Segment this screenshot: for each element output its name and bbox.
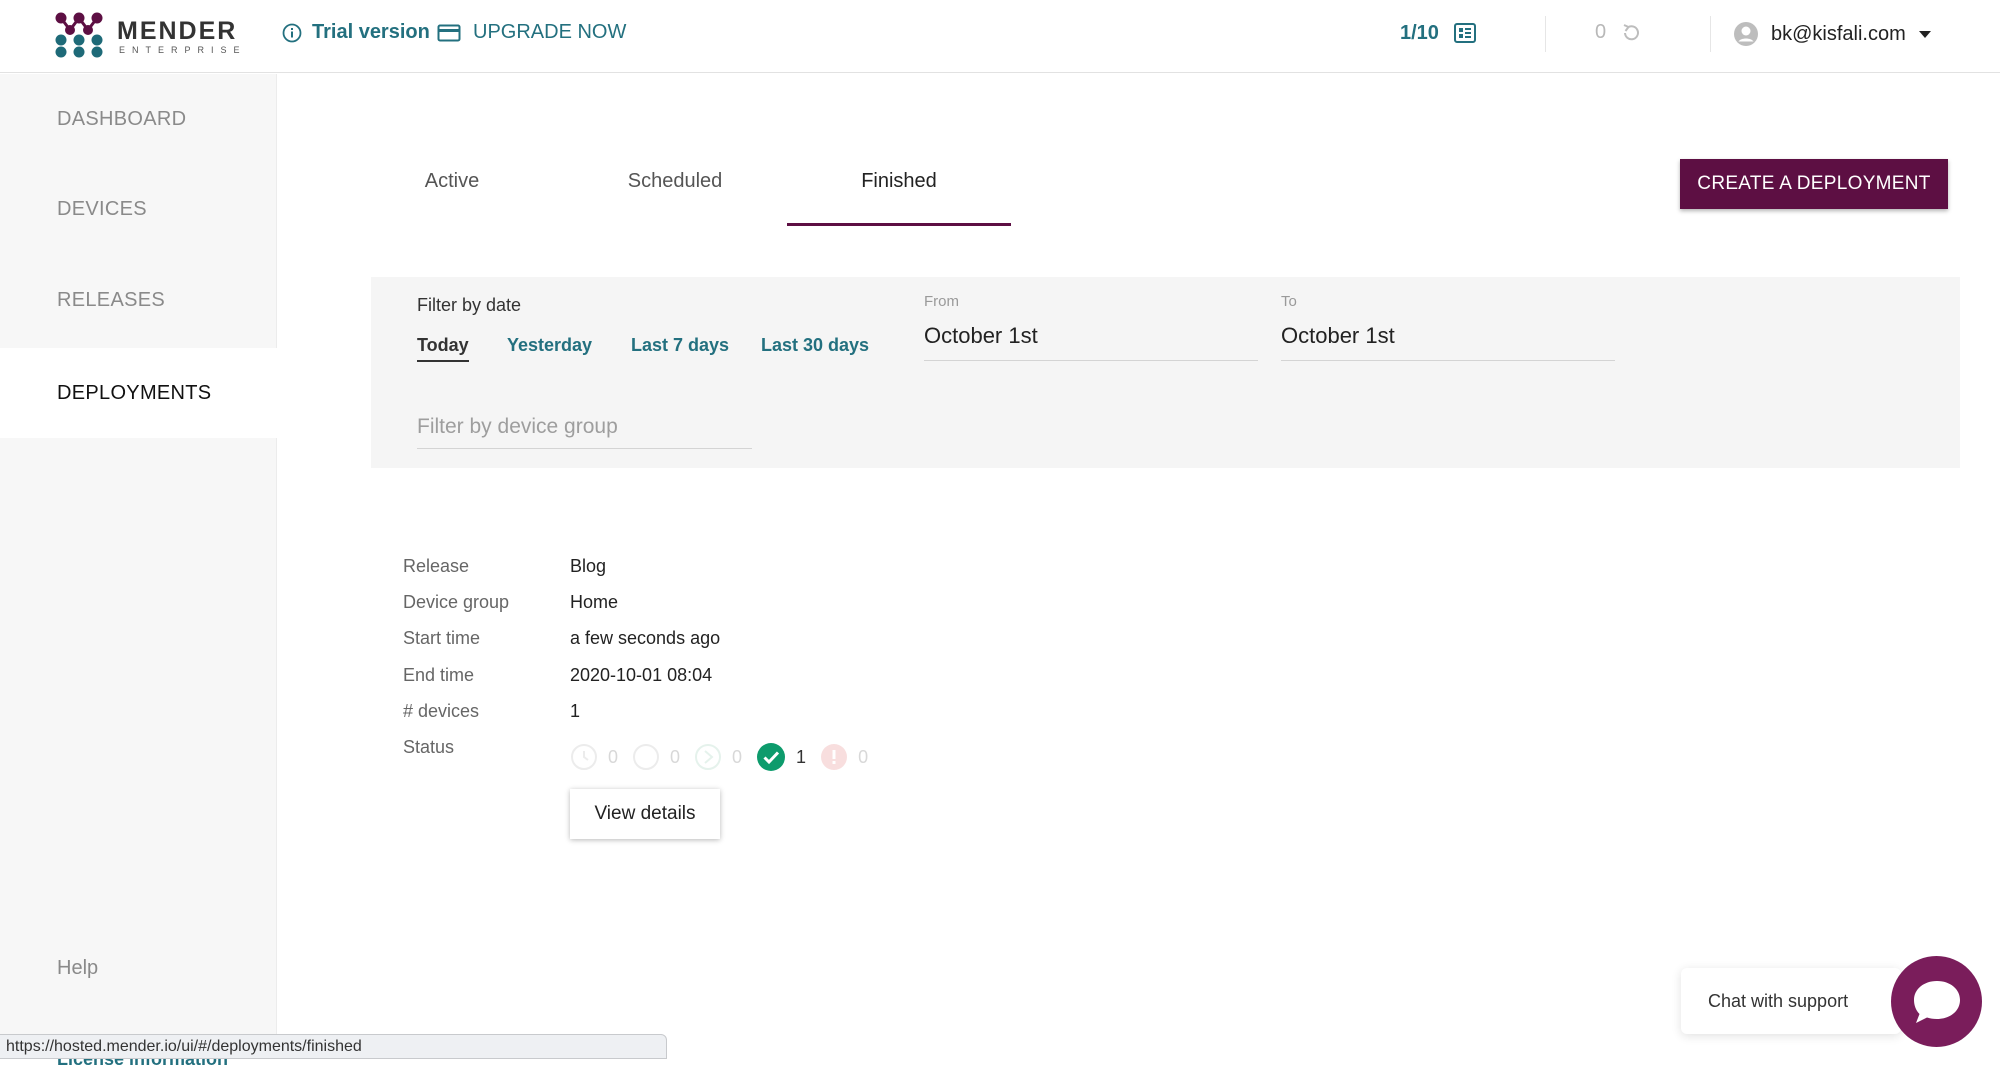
sidebar-item-releases[interactable]: RELEASES xyxy=(0,255,277,345)
device-limit-indicator[interactable]: 1/10 xyxy=(1400,21,1477,45)
device-group-label: Device group xyxy=(403,592,510,612)
downloading-status-icon xyxy=(633,744,660,770)
status-label: Status xyxy=(403,737,455,757)
device-count-label: # devices xyxy=(403,701,480,721)
deployment-status-summary: 0 0 0 1 0 xyxy=(570,742,882,772)
status-success-count: 1 xyxy=(796,746,807,767)
release-label: Release xyxy=(403,556,470,576)
pending-count: 0 xyxy=(1595,21,1607,43)
upgrade-now-label: UPGRADE NOW xyxy=(473,21,627,43)
header-divider xyxy=(1710,16,1711,52)
trial-version-link[interactable]: Trial version xyxy=(282,21,430,44)
trial-version-label: Trial version xyxy=(312,21,430,43)
to-date-value: October 1st xyxy=(1281,323,1395,348)
from-date-field[interactable]: From October 1st xyxy=(924,293,1258,361)
status-bar-url: https://hosted.mender.io/ui/#/deployment… xyxy=(0,1034,667,1059)
user-menu[interactable]: bk@kisfali.com xyxy=(1733,21,1932,47)
release-value: Blog xyxy=(570,556,607,576)
account-icon xyxy=(1734,22,1758,46)
header-divider xyxy=(1545,16,1546,52)
chat-launcher-button[interactable] xyxy=(1891,956,1982,1047)
device-group-value: Home xyxy=(570,592,619,612)
sidebar-item-dashboard[interactable]: DASHBOARD xyxy=(0,74,277,164)
device-count: 1/10 xyxy=(1400,21,1439,44)
user-email: bk@kisfali.com xyxy=(1771,22,1906,45)
upgrade-now-link[interactable]: UPGRADE NOW xyxy=(437,21,626,44)
create-deployment-button[interactable]: CREATE A DEPLOYMENT xyxy=(1680,159,1948,209)
status-installing: 0 xyxy=(694,743,742,771)
tab-finished[interactable]: Finished xyxy=(787,170,1011,226)
mender-logo[interactable]: MENDER ENTERPRISE xyxy=(55,12,240,58)
filter-panel: Filter by date Today Yesterday Last 7 da… xyxy=(371,277,1960,468)
status-downloading-count: 0 xyxy=(670,746,681,767)
help-link[interactable]: Help xyxy=(57,957,98,980)
tab-label: Active xyxy=(424,170,480,192)
tab-scheduled[interactable]: Scheduled xyxy=(594,170,756,226)
to-date-label: To xyxy=(1281,293,1297,310)
status-pending-count: 0 xyxy=(608,746,619,767)
mender-logo-icon xyxy=(55,12,103,58)
status-pending: 0 xyxy=(570,743,618,771)
chat-bubble-icon xyxy=(1913,980,1960,1023)
end-time-value: 2020-10-01 08:04 xyxy=(570,665,713,685)
chevron-down-icon xyxy=(1918,31,1931,38)
status-failure-count: 0 xyxy=(858,746,869,767)
device-group-filter-input[interactable] xyxy=(417,405,752,449)
date-range-today[interactable]: Today xyxy=(417,335,469,362)
device-grid-icon xyxy=(1453,23,1476,43)
sidebar: DASHBOARD DEVICES RELEASES DEPLOYMENTS H… xyxy=(0,74,277,1069)
view-details-button[interactable]: View details xyxy=(570,789,720,839)
tab-label: Scheduled xyxy=(627,170,723,192)
from-date-label: From xyxy=(924,293,959,310)
status-installing-count: 0 xyxy=(732,746,743,767)
installing-status-icon xyxy=(695,744,722,770)
device-count-value: 1 xyxy=(570,701,581,721)
status-failure: 0 xyxy=(820,743,868,771)
sidebar-item-deployments[interactable]: DEPLOYMENTS xyxy=(0,348,277,438)
sidebar-item-label: DEVICES xyxy=(57,197,147,220)
date-range-last-30-days[interactable]: Last 30 days xyxy=(761,335,869,356)
start-time-value: a few seconds ago xyxy=(570,628,721,648)
logo-wordmark: MENDER xyxy=(117,17,238,45)
info-icon xyxy=(282,23,302,42)
to-date-field[interactable]: To October 1st xyxy=(1281,293,1615,361)
sidebar-item-devices[interactable]: DEVICES xyxy=(0,164,277,254)
tab-active[interactable]: Active xyxy=(372,170,532,226)
pending-devices-indicator[interactable]: 0 xyxy=(1595,21,1642,44)
date-range-yesterday[interactable]: Yesterday xyxy=(507,335,592,356)
refresh-icon xyxy=(1623,23,1640,40)
logo-subtitle: ENTERPRISE xyxy=(119,45,247,55)
filter-by-date-title: Filter by date xyxy=(417,295,522,315)
top-header: MENDER ENTERPRISE Trial version UPGRADE … xyxy=(0,0,2000,73)
status-success: 1 xyxy=(756,742,806,772)
check-circle-icon xyxy=(757,743,786,771)
date-range-last-7-days[interactable]: Last 7 days xyxy=(631,335,729,356)
credit-card-icon xyxy=(437,24,461,41)
sidebar-item-label: RELEASES xyxy=(57,288,166,311)
end-time-label: End time xyxy=(403,665,475,685)
from-date-value: October 1st xyxy=(924,323,1038,348)
error-status-icon xyxy=(821,744,848,770)
start-time-label: Start time xyxy=(403,628,481,648)
status-downloading: 0 xyxy=(632,743,680,771)
sidebar-item-label: DEPLOYMENTS xyxy=(57,381,212,404)
tab-label: Finished xyxy=(861,170,937,192)
sidebar-item-label: DASHBOARD xyxy=(57,107,187,130)
chat-with-support-label[interactable]: Chat with support xyxy=(1681,968,1901,1034)
pending-status-icon xyxy=(571,744,597,770)
chat-label-text: Chat with support xyxy=(1708,990,1849,1011)
